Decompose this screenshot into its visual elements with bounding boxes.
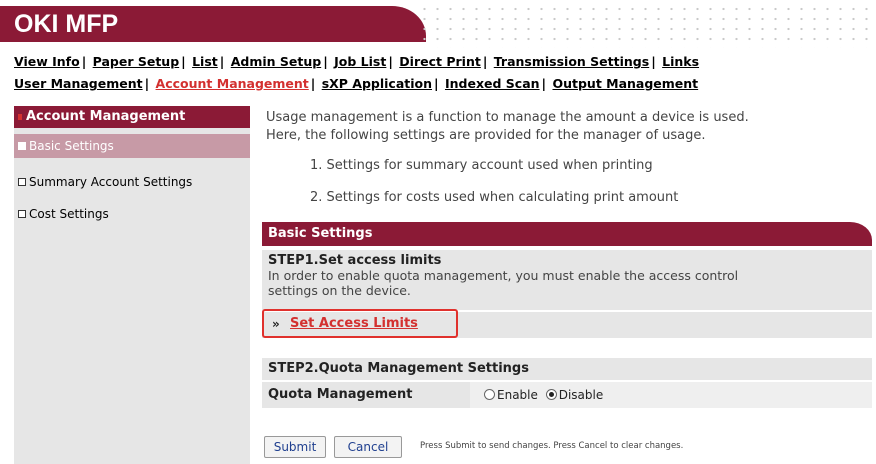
basic-settings-panel: Basic Settings STEP1.Set access limits I… (262, 222, 872, 408)
sidebar-item-basic-settings[interactable]: Basic Settings (14, 134, 250, 158)
quota-options: Enable Disable (484, 388, 607, 402)
submit-button[interactable]: Submit (264, 436, 326, 458)
nav-link-output-management[interactable]: Output Management (552, 76, 698, 91)
quota-management-label: Quota Management (262, 382, 470, 408)
set-access-limits-row: » Set Access Limits (262, 309, 872, 338)
nav-link-view-info[interactable]: View Info (14, 54, 80, 69)
dot-pattern (418, 4, 872, 48)
quota-disable-option[interactable]: Disable (545, 388, 603, 402)
bullet-square-icon (18, 210, 26, 218)
nav-link-user-management[interactable]: User Management (14, 76, 143, 91)
nav-link-admin-setup[interactable]: Admin Setup (231, 54, 322, 69)
nav-link-sxp-application[interactable]: sXP Application (322, 76, 432, 91)
set-access-limits-link[interactable]: Set Access Limits (290, 316, 418, 331)
nav-link-job-list[interactable]: Job List (334, 54, 386, 69)
sidebar-item-summary-account-settings[interactable]: Summary Account Settings (14, 170, 250, 194)
step1-description-line-2: settings on the device. (268, 283, 411, 298)
intro-text-line-2: Here, the following settings are provide… (266, 128, 706, 143)
double-chevron-icon: » (272, 317, 280, 331)
nav-link-links[interactable]: Links (662, 54, 699, 69)
intro-list-item-2: 2. Settings for costs used when calculat… (310, 190, 679, 205)
bullet-square-icon (18, 142, 26, 150)
radio-enable[interactable] (484, 389, 495, 400)
intro-list-item-1: 1. Settings for summary account used whe… (310, 158, 653, 173)
nav-row-1: View Info | Paper Setup | List | Admin Setu… (14, 54, 700, 69)
action-bar: Submit Cancel Press Submit to send chang… (262, 436, 872, 464)
cancel-button[interactable]: Cancel (334, 436, 402, 458)
quota-enable-option[interactable]: Enable (484, 388, 538, 402)
nav-row-2: User Management | Account Management | sXP… (14, 76, 699, 91)
intro-text-line-1: Usage management is a function to manage… (266, 110, 749, 125)
nav-link-transmission-settings[interactable]: Transmission Settings (494, 54, 649, 69)
sidebar-heading: Account Management (14, 106, 250, 128)
step1-section: STEP1.Set access limits In order to enab… (262, 250, 872, 310)
button-hint-text: Press Submit to send changes. Press Canc… (420, 441, 684, 451)
nav-link-direct-print[interactable]: Direct Print (399, 54, 481, 69)
quota-management-row: Quota Management Enable Disable (262, 382, 872, 408)
step2-title: STEP2.Quota Management Settings (262, 358, 872, 380)
radio-disable[interactable] (545, 389, 557, 400)
nav-link-account-management[interactable]: Account Management (156, 76, 309, 91)
sidebar-item-label: Summary Account Settings (29, 175, 193, 189)
nav-link-list[interactable]: List (192, 54, 218, 69)
sidebar-item-cost-settings[interactable]: Cost Settings (14, 202, 250, 226)
step1-description-line-1: In order to enable quota management, you… (268, 268, 739, 283)
nav-link-indexed-scan[interactable]: Indexed Scan (445, 76, 540, 91)
brand-title: OKI MFP (14, 10, 119, 38)
sidebar: Account Management Basic Settings Summar… (14, 106, 250, 464)
brand-banner: OKI MFP (0, 6, 426, 42)
bullet-square-icon (18, 178, 26, 186)
sidebar-item-label: Basic Settings (29, 139, 114, 153)
step1-title: STEP1.Set access limits (268, 253, 442, 268)
header: OKI MFP (0, 0, 876, 50)
nav-link-paper-setup[interactable]: Paper Setup (93, 54, 180, 69)
panel-title: Basic Settings (262, 222, 872, 246)
sidebar-item-label: Cost Settings (29, 207, 109, 221)
